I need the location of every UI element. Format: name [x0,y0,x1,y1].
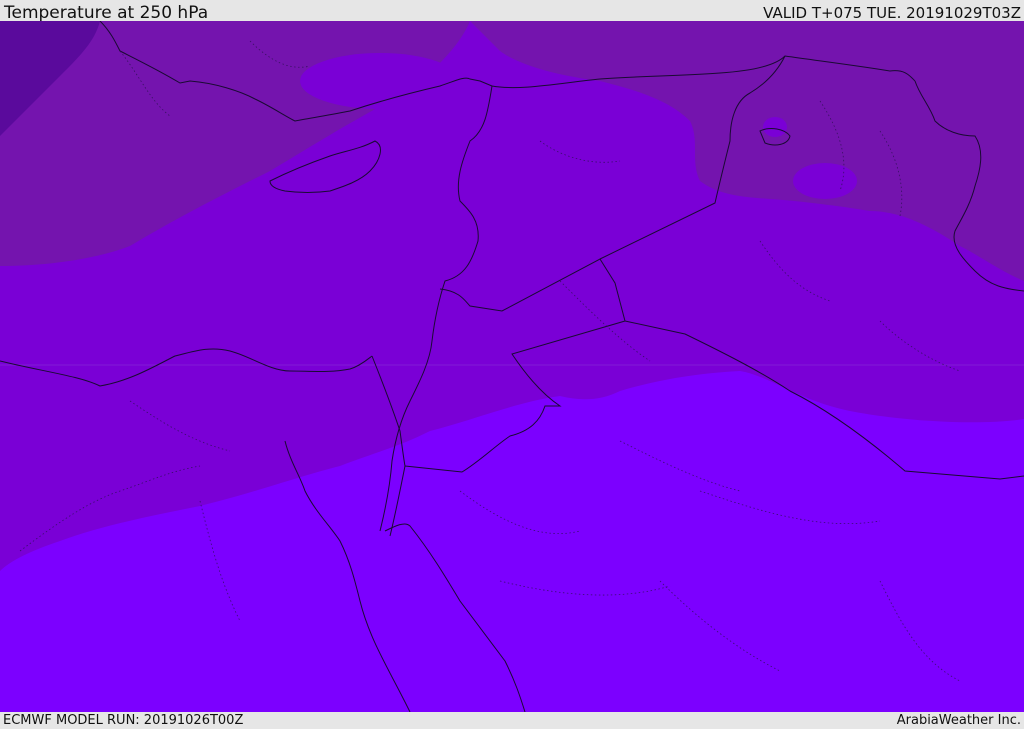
warm-patch [763,117,787,137]
warm-patch [560,99,680,139]
warm-patch [300,53,460,109]
map-header: Temperature at 250 hPa VALID T+075 TUE. … [0,0,1024,23]
model-run-label: ECMWF MODEL RUN: 20191026T00Z [3,713,244,728]
credit-label: ArabiaWeather Inc. [896,713,1021,728]
warm-patch [793,163,857,199]
temperature-map[interactable] [0,21,1024,712]
valid-time-label: VALID T+075 TUE. 20191029T03Z [763,4,1021,22]
map-canvas [0,21,1024,712]
warm-patch [402,122,438,134]
map-footer: ECMWF MODEL RUN: 20191026T00Z ArabiaWeat… [0,712,1024,729]
map-title: Temperature at 250 hPa [4,3,209,23]
